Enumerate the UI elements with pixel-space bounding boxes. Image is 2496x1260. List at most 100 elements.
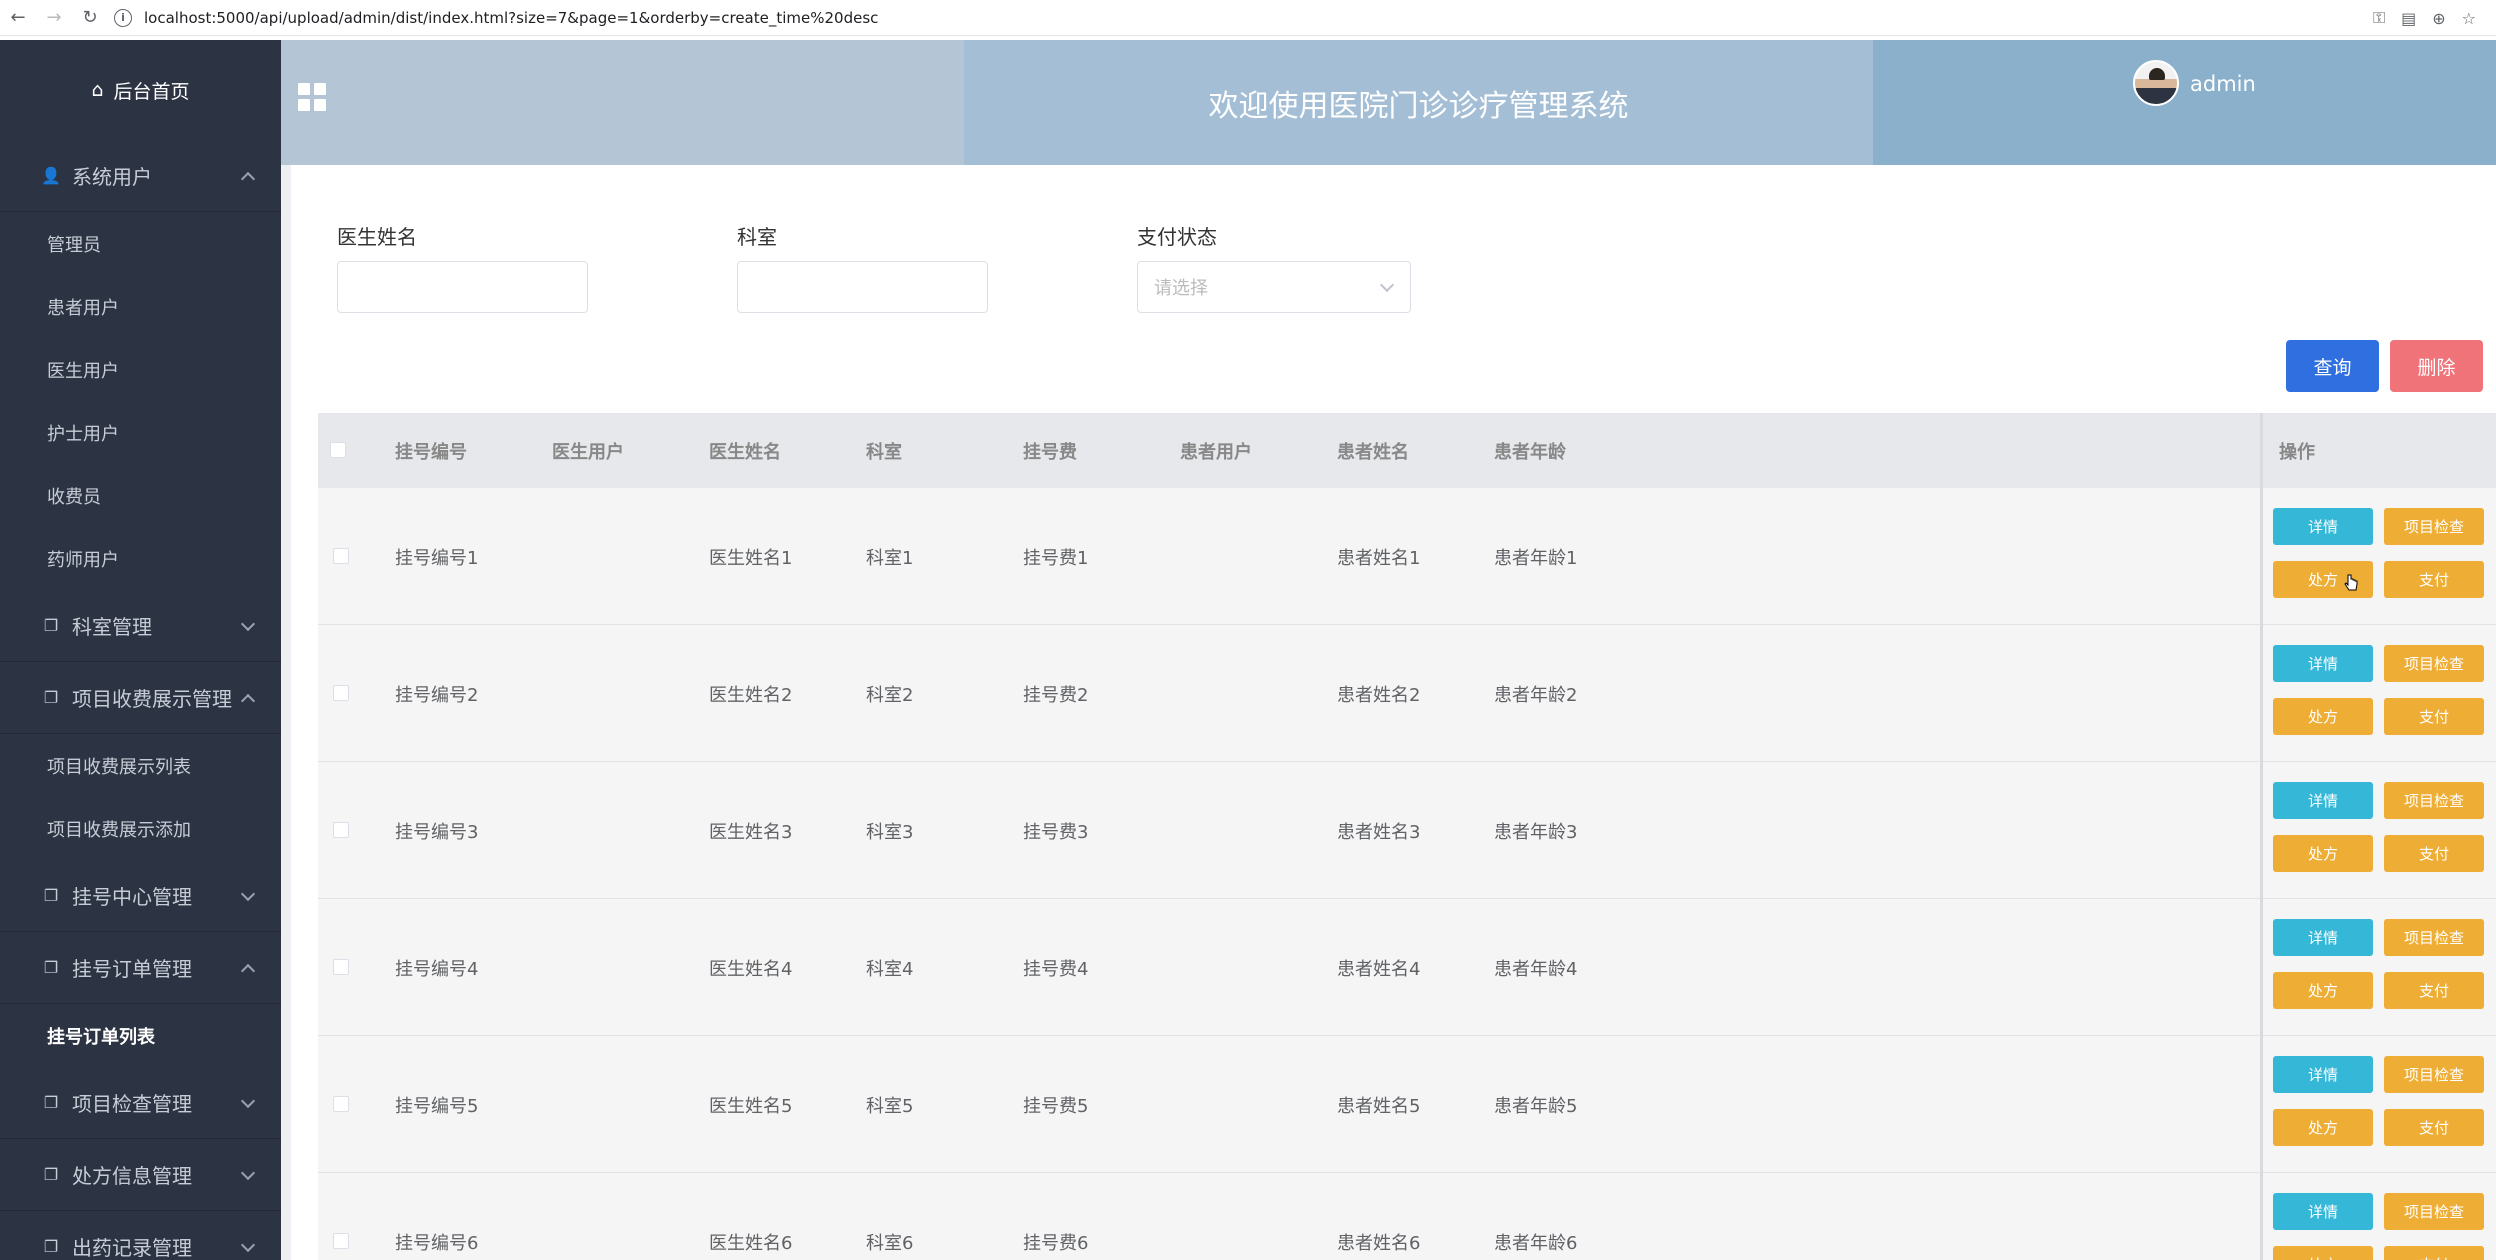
- table-cell: 挂号编号2: [395, 684, 479, 706]
- row-checkbox[interactable]: [333, 685, 349, 701]
- sidebar: ⌂ 后台首页 👤 系统用户 管理员 患者用户 医生用户 护士用户 收费员 药师用户 ❐ 科室管理 ❐…: [0, 40, 281, 1260]
- table-cell: 医生姓名5: [709, 1095, 793, 1117]
- browser-toolbar: ← → ↻ i localhost:5000/api/upload/admin/…: [0, 0, 2496, 36]
- back-icon[interactable]: ←: [0, 0, 36, 36]
- column-header: 操作: [2279, 441, 2315, 463]
- project-check-button[interactable]: 项目检查: [2384, 645, 2484, 682]
- edit-icon: ❐: [43, 1237, 59, 1256]
- chevron-down-icon: [240, 886, 256, 901]
- prescription-button[interactable]: 处方: [2273, 1246, 2373, 1260]
- detail-button[interactable]: 详情: [2273, 645, 2373, 682]
- pay-button[interactable]: 支付: [2384, 972, 2484, 1009]
- department-input[interactable]: [737, 261, 988, 313]
- edit-icon: ❐: [43, 688, 59, 707]
- sidebar-item[interactable]: 收费员: [0, 464, 281, 527]
- table-cell: 挂号费5: [1023, 1095, 1089, 1117]
- table-cell: 挂号编号3: [395, 821, 479, 843]
- detail-button[interactable]: 详情: [2273, 782, 2373, 819]
- sidebar-item[interactable]: 医生用户: [0, 338, 281, 401]
- pay-button[interactable]: 支付: [2384, 1246, 2484, 1260]
- sidebar-group-label: 出药记录管理: [72, 1236, 192, 1260]
- project-check-button[interactable]: 项目检查: [2384, 508, 2484, 545]
- prescription-button[interactable]: 处方: [2273, 835, 2373, 872]
- table-cell: 挂号编号6: [395, 1232, 479, 1254]
- chevron-down-icon: [240, 1237, 256, 1252]
- table-cell: 科室2: [866, 684, 914, 706]
- star-icon[interactable]: ☆: [2462, 9, 2476, 28]
- sidebar-group[interactable]: ❐ 科室管理: [0, 590, 281, 662]
- address-bar[interactable]: i localhost:5000/api/upload/admin/dist/i…: [114, 4, 878, 32]
- content-divider: [281, 165, 291, 1260]
- pay-button[interactable]: 支付: [2384, 698, 2484, 735]
- pay-button[interactable]: 支付: [2384, 835, 2484, 872]
- detail-button[interactable]: 详情: [2273, 1193, 2373, 1230]
- sidebar-group[interactable]: ❐ 挂号中心管理: [0, 860, 281, 932]
- pay-button[interactable]: 支付: [2384, 561, 2484, 598]
- pay-button[interactable]: 支付: [2384, 1109, 2484, 1146]
- key-icon[interactable]: ⚿: [2373, 8, 2385, 28]
- pay-status-select[interactable]: 请选择: [1137, 261, 1411, 313]
- site-info-icon[interactable]: i: [114, 8, 132, 27]
- project-check-button[interactable]: 项目检查: [2384, 782, 2484, 819]
- row-checkbox[interactable]: [333, 548, 349, 564]
- table-cell: 患者年龄4: [1494, 958, 1578, 980]
- username[interactable]: admin: [2190, 72, 2256, 96]
- sidebar-group[interactable]: ❐ 处方信息管理: [0, 1139, 281, 1211]
- zoom-icon[interactable]: ⊕: [2432, 9, 2445, 28]
- sidebar-group[interactable]: 👤 系统用户: [0, 140, 281, 212]
- detail-button[interactable]: 详情: [2273, 508, 2373, 545]
- user-icon: 👤: [41, 166, 61, 185]
- header-right: admin: [1873, 40, 2496, 165]
- table-cell: 患者年龄6: [1494, 1232, 1578, 1254]
- table-cell: 患者姓名4: [1337, 958, 1421, 980]
- install-icon[interactable]: ▤: [2401, 9, 2416, 28]
- table-cell: 患者姓名1: [1337, 547, 1421, 569]
- table-row: 挂号编号6 医生姓名6 科室6 挂号费6 患者姓名6 患者年龄6 详情项目检查处方支付: [318, 1173, 2496, 1260]
- row-checkbox[interactable]: [333, 1096, 349, 1112]
- prescription-button[interactable]: 处方: [2273, 561, 2373, 598]
- row-checkbox[interactable]: [333, 822, 349, 838]
- table-cell: 患者姓名5: [1337, 1095, 1421, 1117]
- table-cell: 患者姓名6: [1337, 1232, 1421, 1254]
- delete-button[interactable]: 删除: [2390, 340, 2483, 392]
- sidebar-home[interactable]: ⌂ 后台首页: [0, 40, 281, 140]
- reload-icon[interactable]: ↻: [72, 0, 108, 36]
- chevron-down-icon: [240, 1165, 256, 1180]
- orders-table: 挂号编号 医生用户 医生姓名 科室 挂号费 患者用户 患者姓名 患者年龄 操作 挂号编号1 医生姓…: [318, 413, 2496, 1260]
- sidebar-item[interactable]: 项目收费展示列表: [0, 734, 281, 797]
- sidebar-item[interactable]: 挂号订单列表: [0, 1004, 281, 1067]
- prescription-button[interactable]: 处方: [2273, 698, 2373, 735]
- menu-grid-icon[interactable]: [298, 83, 326, 111]
- avatar[interactable]: [2133, 60, 2179, 106]
- sidebar-item[interactable]: 护士用户: [0, 401, 281, 464]
- sidebar-group[interactable]: ❐ 项目收费展示管理: [0, 662, 281, 734]
- project-check-button[interactable]: 项目检查: [2384, 1193, 2484, 1230]
- url-text[interactable]: localhost:5000/api/upload/admin/dist/ind…: [144, 9, 878, 27]
- forward-icon[interactable]: →: [36, 0, 72, 36]
- header-left: [281, 40, 964, 165]
- row-checkbox[interactable]: [333, 959, 349, 975]
- doctor-name-input[interactable]: [337, 261, 588, 313]
- table-cell: 挂号编号1: [395, 547, 479, 569]
- sidebar-item[interactable]: 项目收费展示添加: [0, 797, 281, 860]
- hand-cursor-icon: [2344, 574, 2358, 591]
- query-button[interactable]: 查询: [2286, 340, 2379, 392]
- sidebar-item[interactable]: 管理员: [0, 212, 281, 275]
- sidebar-item[interactable]: 药师用户: [0, 527, 281, 590]
- sidebar-group[interactable]: ❐ 项目检查管理: [0, 1067, 281, 1139]
- sidebar-group[interactable]: ❐ 出药记录管理: [0, 1211, 281, 1260]
- prescription-button[interactable]: 处方: [2273, 972, 2373, 1009]
- select-all-checkbox[interactable]: [330, 442, 346, 458]
- table-row: 挂号编号5 医生姓名5 科室5 挂号费5 患者姓名5 患者年龄5 详情 项目检查 处方 支付: [318, 1036, 2496, 1173]
- project-check-button[interactable]: 项目检查: [2384, 919, 2484, 956]
- prescription-button[interactable]: 处方: [2273, 1109, 2373, 1146]
- sidebar-item[interactable]: 患者用户: [0, 275, 281, 338]
- detail-button[interactable]: 详情: [2273, 919, 2373, 956]
- row-checkbox[interactable]: [333, 1233, 349, 1249]
- edit-icon: ❐: [43, 1093, 59, 1112]
- detail-button[interactable]: 详情: [2273, 1056, 2373, 1093]
- project-check-button[interactable]: 项目检查: [2384, 1056, 2484, 1093]
- chevron-down-icon: [240, 1093, 256, 1108]
- chevron-up-icon: [240, 963, 256, 978]
- sidebar-group[interactable]: ❐ 挂号订单管理: [0, 932, 281, 1004]
